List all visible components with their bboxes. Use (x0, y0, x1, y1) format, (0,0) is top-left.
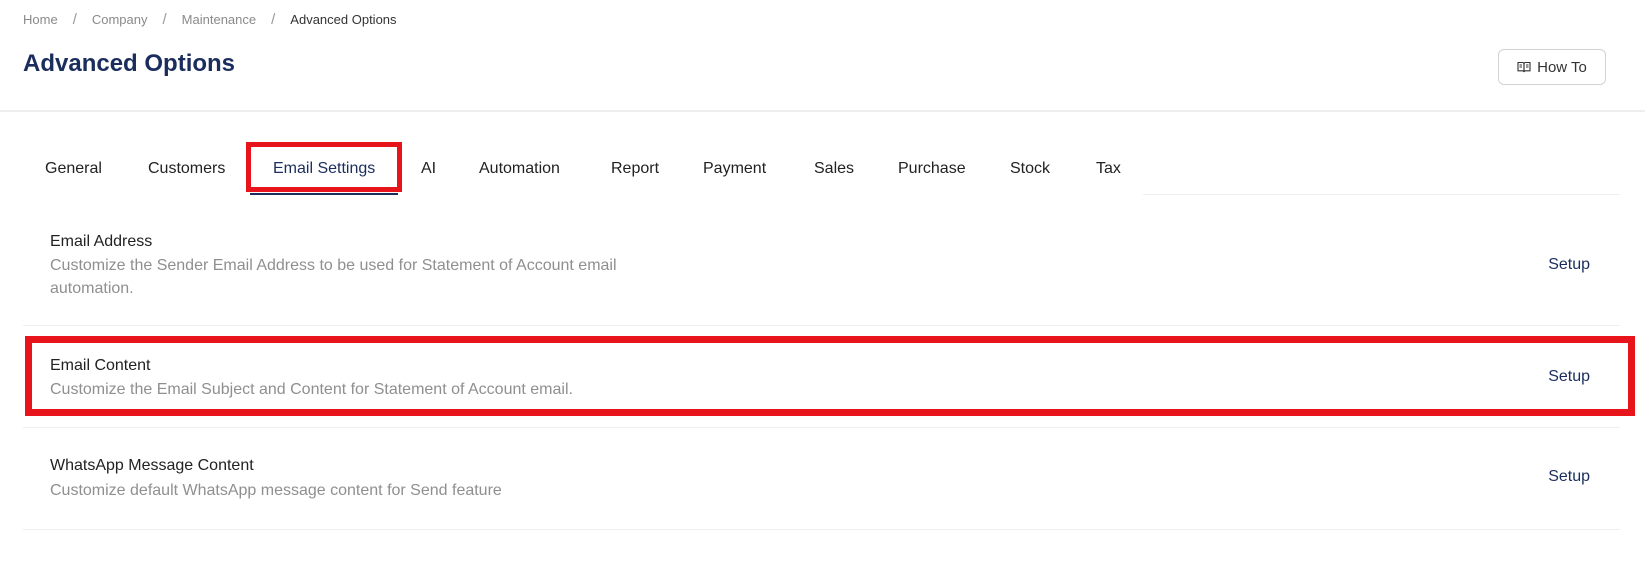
breadcrumb-separator: / (162, 11, 167, 28)
breadcrumb-separator: / (72, 11, 77, 28)
whatsapp-content-setup-link[interactable]: Setup (1548, 468, 1590, 486)
setting-title: Email Content (50, 357, 151, 374)
email-content-setup-link[interactable]: Setup (1548, 368, 1590, 386)
tab-automation[interactable]: Automation (479, 142, 560, 195)
tab-general[interactable]: General (45, 142, 102, 195)
setting-description: Customize default WhatsApp message conte… (50, 482, 502, 499)
page-header: Home / Company / Maintenance / Advanced … (0, 0, 1645, 112)
tab-customers[interactable]: Customers (148, 142, 225, 195)
setting-description: Customize the Sender Email Address to be… (50, 257, 617, 297)
settings-tabs: General Customers Email Settings AI Auto… (23, 142, 1620, 195)
breadcrumb-separator: / (271, 11, 276, 28)
email-address-setup-link[interactable]: Setup (1548, 256, 1590, 274)
setting-row-email-address: Email Address Customize the Sender Email… (23, 224, 1620, 326)
how-to-label: How To (1537, 58, 1587, 76)
tabs-divider (1143, 194, 1620, 195)
setting-description: Customize the Email Subject and Content … (50, 381, 573, 398)
how-to-button[interactable]: How To (1498, 49, 1606, 85)
breadcrumb-current: Advanced Options (290, 12, 397, 27)
tab-payment[interactable]: Payment (703, 142, 766, 195)
book-open-icon (1517, 61, 1531, 73)
setting-title: Email Address (50, 233, 153, 250)
tab-tax[interactable]: Tax (1096, 142, 1121, 195)
breadcrumb-maintenance[interactable]: Maintenance (182, 12, 256, 27)
setting-row-whatsapp-content: WhatsApp Message Content Customize defau… (23, 446, 1620, 530)
tab-sales[interactable]: Sales (814, 142, 854, 195)
tab-email-settings[interactable]: Email Settings (250, 142, 399, 195)
tab-ai[interactable]: AI (421, 142, 436, 195)
tab-purchase[interactable]: Purchase (898, 142, 966, 195)
page-title: Advanced Options (23, 50, 236, 77)
tab-report[interactable]: Report (611, 142, 659, 195)
breadcrumb-home[interactable]: Home (23, 12, 58, 27)
setting-row-email-content: Email Content Customize the Email Subjec… (23, 343, 1620, 428)
setting-title: WhatsApp Message Content (50, 457, 254, 474)
tab-stock[interactable]: Stock (1010, 142, 1050, 195)
breadcrumb-company[interactable]: Company (92, 12, 148, 27)
breadcrumb: Home / Company / Maintenance / Advanced … (23, 11, 397, 28)
